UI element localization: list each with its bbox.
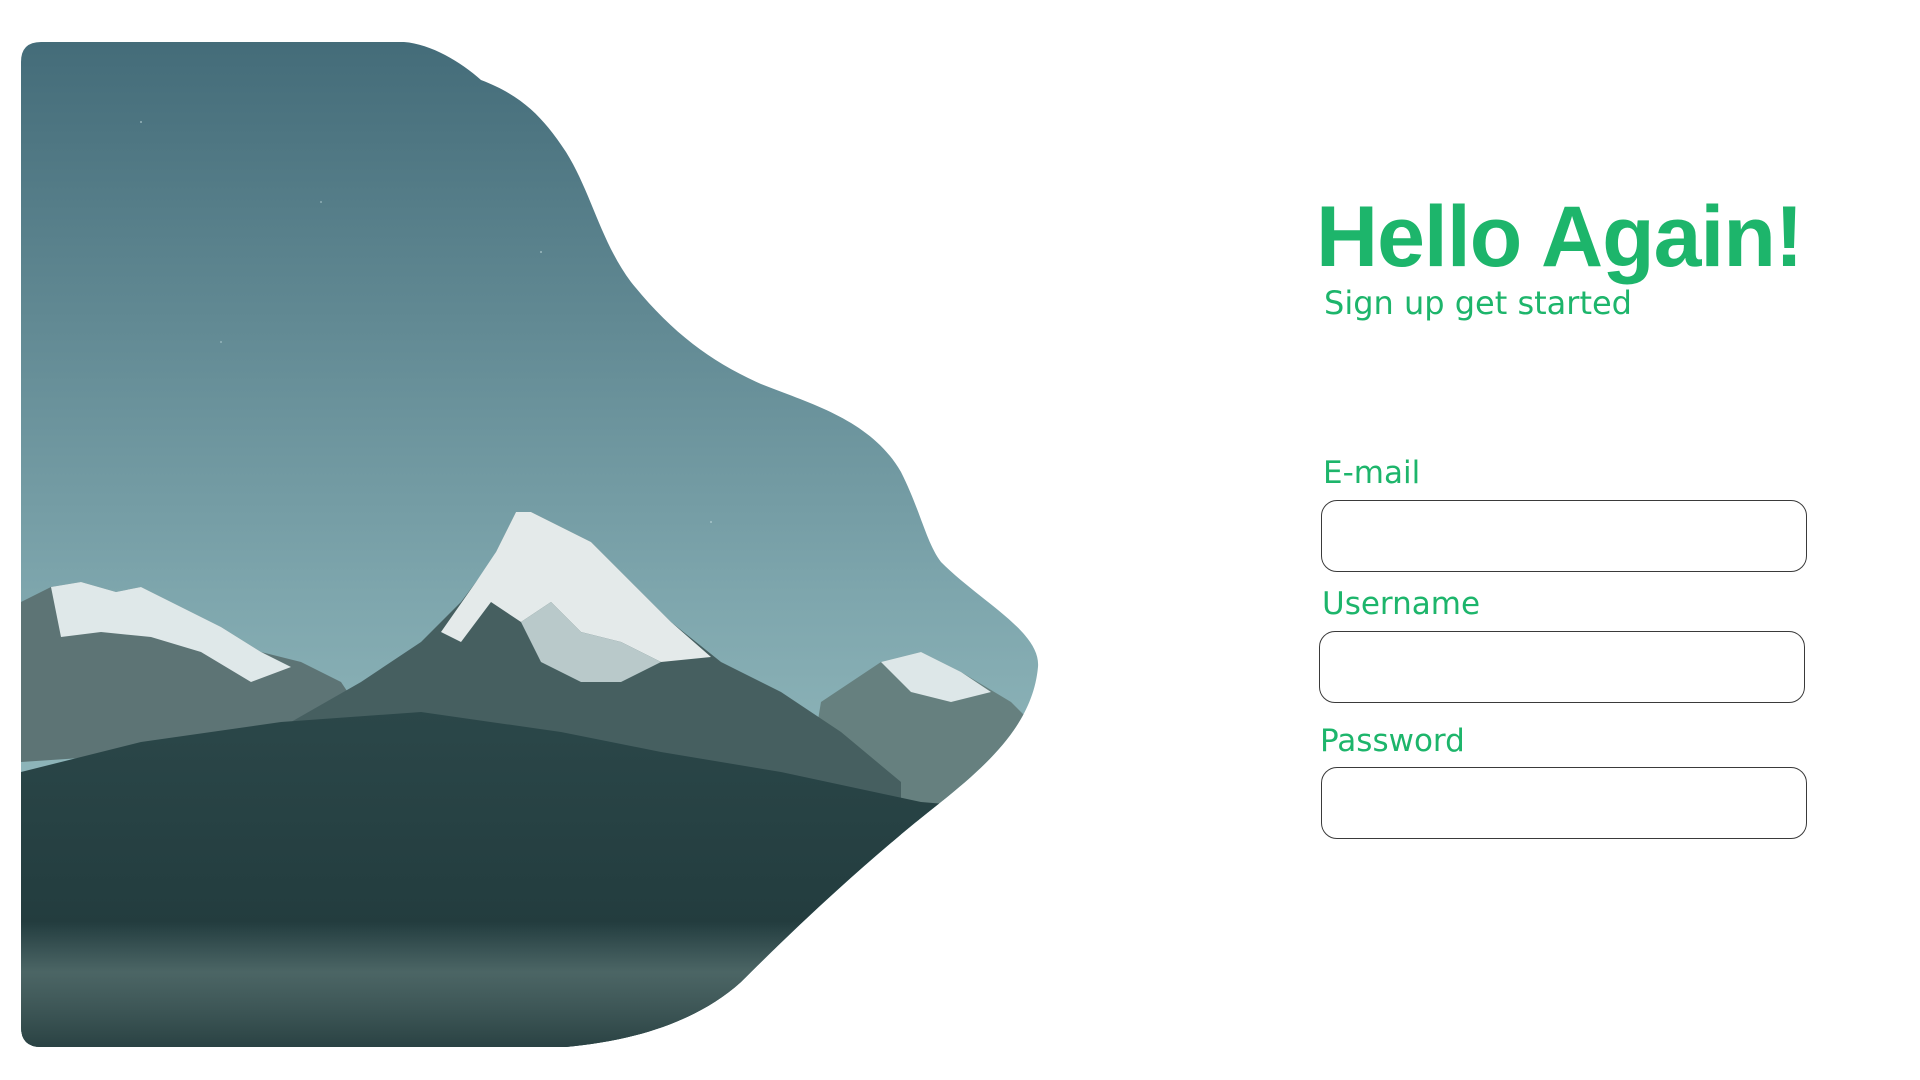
- page-title: Hello Again!: [1316, 189, 1803, 285]
- mountain-hero-image: [21, 42, 1041, 1047]
- password-field[interactable]: [1321, 767, 1807, 839]
- username-label: Username: [1322, 586, 1481, 622]
- password-label: Password: [1320, 723, 1465, 759]
- email-field[interactable]: [1321, 500, 1807, 572]
- signup-page: Hello Again! Sign up get started E-mail …: [0, 0, 1920, 1080]
- username-field[interactable]: [1319, 631, 1805, 703]
- page-subtitle: Sign up get started: [1324, 284, 1632, 322]
- email-label: E-mail: [1323, 455, 1421, 491]
- mountain-illustration: [21, 42, 1039, 1047]
